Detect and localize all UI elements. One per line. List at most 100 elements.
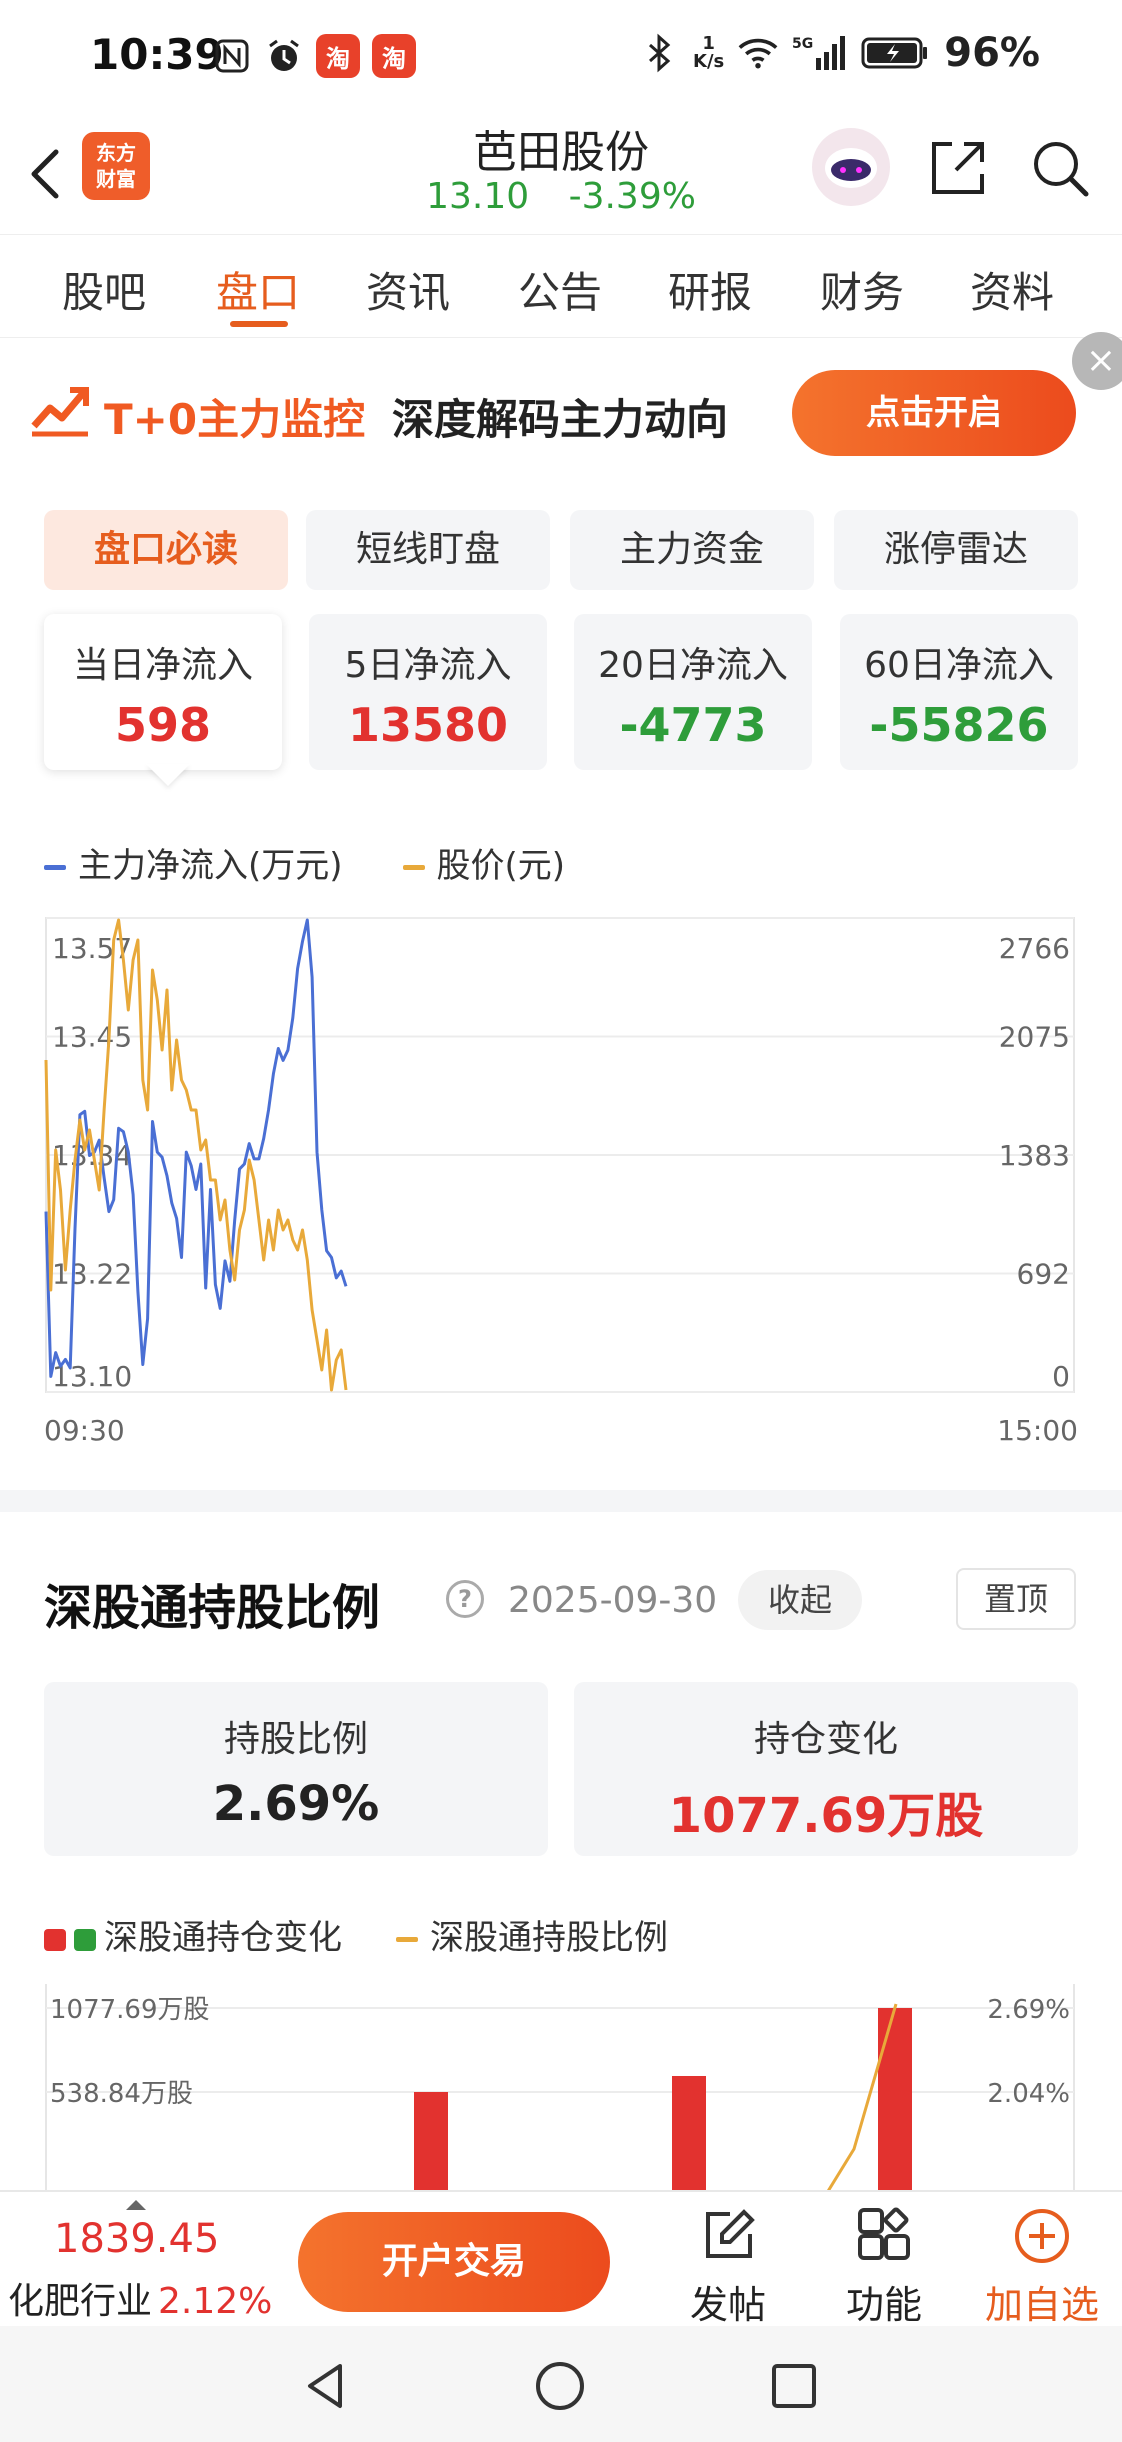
cellular-signal-icon: 5G xyxy=(792,33,846,73)
open-account-trade-button[interactable]: 开户交易 xyxy=(298,2212,610,2312)
subtab-must-read[interactable]: 盘口必读 xyxy=(44,510,288,590)
status-right-icons: 1 K/s 5G 96% xyxy=(639,30,1040,76)
holding-change-bar xyxy=(414,2092,448,2194)
y-right-tick-label: 0 xyxy=(1052,1360,1070,1393)
holdings-chart-svg: 1077.69万股 538.84万股 2.69% 2.04% xyxy=(45,1984,1075,2194)
search-icon[interactable] xyxy=(1028,136,1092,200)
nav-recents-icon[interactable] xyxy=(768,2360,820,2412)
flow-label: 当日净流入 xyxy=(72,645,253,686)
y-right-tick-label: 692 xyxy=(1017,1258,1070,1291)
intraday-flow-chart-svg: 13.5713.4513.3413.2213.10276620751383692… xyxy=(44,917,1078,1447)
holding-change-bar xyxy=(672,2075,706,2194)
nfc-icon xyxy=(212,36,252,76)
y-right-tick-label: 2.69% xyxy=(987,1995,1070,2025)
tab-profile[interactable]: 资料 xyxy=(970,259,1054,320)
flow-chart-legend: 主力净流入(万元) 股价(元) xyxy=(44,838,565,887)
flow-card-60d[interactable]: 60日净流入 -55826 xyxy=(840,614,1078,770)
share-icon[interactable] xyxy=(926,136,990,200)
banner-title: T+0主力监控 xyxy=(104,395,366,444)
active-card-pointer xyxy=(146,764,190,786)
nav-home-icon[interactable] xyxy=(534,2360,586,2412)
legend-ratio-label: 深股通持股比例 xyxy=(430,1918,668,1958)
tab-news[interactable]: 资讯 xyxy=(366,259,450,320)
status-left-icons: 淘 淘 xyxy=(212,34,416,78)
promo-banner[interactable]: T+0主力监控 深度解码主力动向 点击开启 × xyxy=(0,332,1122,488)
subtab-limit-up-radar[interactable]: 涨停雷达 xyxy=(834,510,1078,590)
status-bar: 10:39 淘 淘 1 K/s 5G 96% xyxy=(0,0,1122,116)
eastmoney-logo[interactable]: 东方 财富 xyxy=(82,132,150,200)
net-inflow-cards: 当日净流入 598 5日净流入 13580 20日净流入 -4773 60日净流… xyxy=(44,614,1078,770)
flow-label: 20日净流入 xyxy=(598,645,788,686)
legend-price: 股价(元) xyxy=(402,838,566,887)
intraday-flow-chart[interactable]: 13.57 13.45 13.34 13.22 13.10 2766 2075 1383 692… xyxy=(44,912,1078,1462)
legend-swatch-orange-2 xyxy=(396,1937,418,1942)
back-button[interactable] xyxy=(22,138,70,210)
section-title: 深股通持股比例 xyxy=(44,1580,381,1636)
holding-ratio-label: 持股比例 xyxy=(223,1719,368,1760)
section-divider xyxy=(0,1490,1122,1512)
app-screen: 10:39 淘 淘 1 K/s 5G 96% 芭田股份 13.10 -3.39%… xyxy=(0,0,1122,2442)
industry-index-value[interactable]: 1839.45 xyxy=(54,2216,219,2262)
tab-finance[interactable]: 财务 xyxy=(820,259,904,320)
logo-line1: 东方 xyxy=(96,141,136,165)
holding-change-card: 持仓变化 1077.69万股 xyxy=(574,1682,1078,1856)
x-tick-label: 15:00 xyxy=(997,1414,1078,1447)
holding-change-label: 持仓变化 xyxy=(753,1719,898,1760)
post-label: 发帖 xyxy=(689,2283,766,2327)
legend-price-label: 股价(元) xyxy=(436,846,566,886)
ai-assistant-icon[interactable] xyxy=(812,128,890,206)
flow-card-today[interactable]: 当日净流入 598 xyxy=(44,614,282,770)
holding-change-bar xyxy=(878,2008,912,2194)
functions-label: 功能 xyxy=(845,2283,922,2327)
tab-research[interactable]: 研报 xyxy=(668,259,752,320)
stock-change: -3.39% xyxy=(568,176,696,217)
taobao-app-icon-2: 淘 xyxy=(372,34,416,78)
pin-to-top-button[interactable]: 置顶 xyxy=(956,1568,1076,1630)
flow-card-20d[interactable]: 20日净流入 -4773 xyxy=(574,614,812,770)
tab-active-indicator xyxy=(230,321,288,327)
holdings-chart[interactable]: 1077.69万股 538.84万股 2.69% 2.04% xyxy=(44,1984,1078,2194)
trend-chart-icon xyxy=(30,382,90,438)
svg-text:5G: 5G xyxy=(792,36,813,52)
holdings-chart-legend: 深股通持仓变化 深股通持股比例 xyxy=(44,1910,668,1959)
industry-name: 化肥行业 xyxy=(8,2281,153,2322)
edit-icon xyxy=(706,2209,755,2258)
nav-back-icon[interactable] xyxy=(300,2360,352,2412)
y-right-tick-label: 2075 xyxy=(999,1021,1070,1054)
tab-guba[interactable]: 股吧 xyxy=(62,259,146,320)
alarm-icon xyxy=(264,36,304,76)
legend-change: 深股通持仓变化 xyxy=(44,1910,342,1959)
subtab-main-capital[interactable]: 主力资金 xyxy=(570,510,814,590)
legend-swatch-red xyxy=(44,1928,66,1951)
flow-card-5d[interactable]: 5日净流入 13580 xyxy=(309,614,547,770)
y-left-tick-label: 1077.69万股 xyxy=(50,1995,210,2025)
functions-button[interactable]: 功能 xyxy=(824,2206,944,2329)
tab-pankou[interactable]: 盘口 xyxy=(216,259,300,320)
y-left-tick-label: 538.84万股 xyxy=(50,2079,193,2109)
stock-header: 芭田股份 13.10 -3.39% 东方 财富 xyxy=(0,116,1122,234)
banner-close-button[interactable]: × xyxy=(1072,332,1122,390)
expand-caret-icon[interactable] xyxy=(126,2200,146,2210)
collapse-button[interactable]: 收起 xyxy=(738,1570,862,1630)
flow-value: -55826 xyxy=(869,698,1049,752)
holding-change-value: 1077.69万股 xyxy=(668,1788,984,1844)
battery-percent: 96% xyxy=(944,30,1040,76)
bluetooth-icon xyxy=(639,33,679,73)
flow-value: 13580 xyxy=(347,698,509,752)
help-icon[interactable]: ? xyxy=(446,1580,484,1618)
tab-announcements[interactable]: 公告 xyxy=(518,259,602,320)
add-watchlist-button[interactable]: 加自选 xyxy=(982,2206,1102,2329)
subtab-short-term[interactable]: 短线盯盘 xyxy=(306,510,550,590)
y-right-tick-label: 1383 xyxy=(999,1139,1070,1172)
stock-price: 13.10 xyxy=(426,176,530,217)
post-button[interactable]: 发帖 xyxy=(668,2206,788,2329)
industry-info[interactable]: 化肥行业 2.12% xyxy=(8,2272,272,2324)
y-left-tick-label: 13.10 xyxy=(52,1360,132,1393)
flow-label: 60日净流入 xyxy=(864,645,1054,686)
speed-unit: K/s xyxy=(693,51,725,72)
banner-subtitle: 深度解码主力动向 xyxy=(392,395,729,444)
holding-ratio-card: 持股比例 2.69% xyxy=(44,1682,548,1856)
banner-open-button[interactable]: 点击开启 xyxy=(792,370,1076,456)
taobao-app-icon: 淘 xyxy=(316,34,360,78)
flow-value: -4773 xyxy=(619,698,767,752)
